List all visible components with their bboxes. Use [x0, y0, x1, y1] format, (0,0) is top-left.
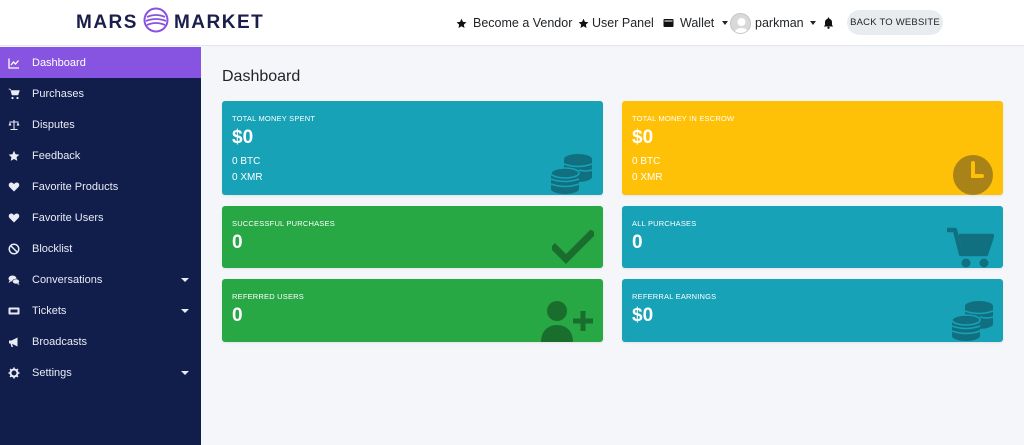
card-label: REFERRAL EARNINGS: [632, 292, 717, 301]
card-value: $0: [632, 305, 654, 326]
cog-icon: [8, 367, 20, 379]
card-value: $0: [232, 127, 254, 148]
user-plus-icon: [541, 301, 593, 342]
card-label: SUCCESSFUL PURCHASES: [232, 219, 335, 228]
card-xmr-value: 0 XMR: [232, 172, 263, 183]
stat-card-referred-users: REFERRED USERS 0: [222, 279, 603, 342]
username-label: parkman: [755, 16, 804, 30]
card-value: 0: [632, 232, 643, 253]
sidebar-item-conversations[interactable]: Conversations: [0, 264, 201, 295]
sidebar-item-feedback[interactable]: Feedback: [0, 140, 201, 171]
wallet-icon: [663, 18, 674, 28]
sidebar-item-label: Tickets: [32, 304, 67, 317]
sidebar-item-dashboard[interactable]: Dashboard: [0, 47, 201, 78]
coins-icon: [951, 301, 994, 341]
card-btc-value: 0 BTC: [632, 156, 661, 167]
wallet-label: Wallet: [680, 16, 715, 30]
sidebar-item-label: Blocklist: [32, 242, 73, 255]
stat-card-total-money-spent: TOTAL MONEY SPENT $0 0 BTC 0 XMR: [222, 101, 603, 195]
logo-text-right: MARKET: [173, 12, 265, 33]
sidebar-item-purchases[interactable]: Purchases: [0, 78, 201, 109]
star-icon: [578, 18, 589, 29]
sidebar-item-label: Dashboard: [32, 56, 86, 69]
card-label: TOTAL MONEY SPENT: [232, 114, 316, 123]
chevron-down-icon: [181, 309, 189, 313]
heart-icon: [8, 213, 20, 223]
ban-icon: [8, 243, 20, 255]
bell-icon[interactable]: [823, 0, 834, 46]
check-icon: [552, 230, 594, 264]
card-label: REFERRED USERS: [232, 292, 304, 301]
ticket-icon: [8, 307, 20, 315]
stat-card-successful-purchases: SUCCESSFUL PURCHASES 0: [222, 206, 603, 268]
card-value: $0: [632, 127, 654, 148]
sidebar-item-label: Disputes: [32, 118, 75, 131]
sidebar-item-label: Favorite Products: [32, 180, 119, 193]
chevron-down-icon: [181, 371, 189, 375]
become-vendor-link[interactable]: Become a Vendor: [456, 0, 589, 46]
planet-icon: [143, 7, 169, 39]
sidebar-item-label: Favorite Users: [32, 211, 104, 224]
chevron-down-icon: [722, 21, 729, 25]
sidebar-item-label: Broadcasts: [32, 335, 88, 348]
stat-card-all-purchases: ALL PURCHASES 0: [622, 206, 1003, 268]
chevron-down-icon: [809, 21, 816, 25]
wallet-dropdown[interactable]: Wallet: [663, 0, 729, 46]
card-xmr-value: 0 XMR: [632, 172, 663, 183]
avatar: [730, 12, 751, 34]
sidebar-item-settings[interactable]: Settings: [0, 357, 201, 388]
sidebar-item-tickets[interactable]: Tickets: [0, 295, 201, 326]
sidebar-item-disputes[interactable]: Disputes: [0, 109, 201, 140]
sidebar-item-label: Purchases: [32, 87, 84, 100]
card-value: 0: [232, 305, 243, 326]
card-btc-value: 0 BTC: [232, 156, 261, 167]
shopping-cart-icon: [947, 227, 994, 268]
sidebar-item-favorite-users[interactable]: Favorite Users: [0, 202, 201, 233]
sidebar-item-label: Conversations: [32, 273, 103, 286]
back-to-website-button[interactable]: BACK TO WEBSITE: [847, 10, 943, 35]
card-label: ALL PURCHASES: [632, 219, 697, 228]
sidebar-item-label: Feedback: [32, 149, 81, 162]
star-icon: [456, 18, 467, 29]
clock-icon: [953, 155, 993, 195]
sidebar-item-blocklist[interactable]: Blocklist: [0, 233, 201, 264]
coins-icon: [550, 154, 593, 194]
chevron-down-icon: [181, 278, 189, 282]
heart-icon: [8, 182, 20, 192]
star-icon: [8, 150, 20, 161]
sidebar-item-favorite-products[interactable]: Favorite Products: [0, 171, 201, 202]
stat-card-referral-earnings: REFERRAL EARNINGS $0: [622, 279, 1003, 342]
shopping-cart-icon: [8, 88, 20, 100]
card-label: TOTAL MONEY IN ESCROW: [632, 114, 735, 123]
comments-icon: [8, 275, 20, 285]
chart-line-icon: [8, 58, 19, 69]
user-panel-link[interactable]: User Panel: [592, 0, 654, 46]
bullhorn-icon: [9, 337, 18, 347]
become-vendor-label: Become a Vendor: [473, 16, 573, 30]
sidebar: Dashboard Purchases Disputes Feedback Fa…: [0, 47, 201, 445]
card-value: 0: [232, 232, 243, 253]
logo-text-left: MARS: [76, 12, 138, 33]
stat-card-total-money-in-escrow: TOTAL MONEY IN ESCROW $0 0 BTC 0 XMR: [622, 101, 1003, 195]
sidebar-item-broadcasts[interactable]: Broadcasts: [0, 326, 201, 357]
top-navbar: MARS MARKET Become a Vendor User Panel W…: [0, 0, 1024, 46]
mars-market-logo[interactable]: MARS MARKET: [76, 7, 265, 39]
page-title: Dashboard: [222, 68, 301, 85]
user-dropdown[interactable]: parkman: [730, 0, 816, 46]
sidebar-item-label: Settings: [32, 366, 72, 379]
balance-scale-icon: [8, 120, 20, 131]
